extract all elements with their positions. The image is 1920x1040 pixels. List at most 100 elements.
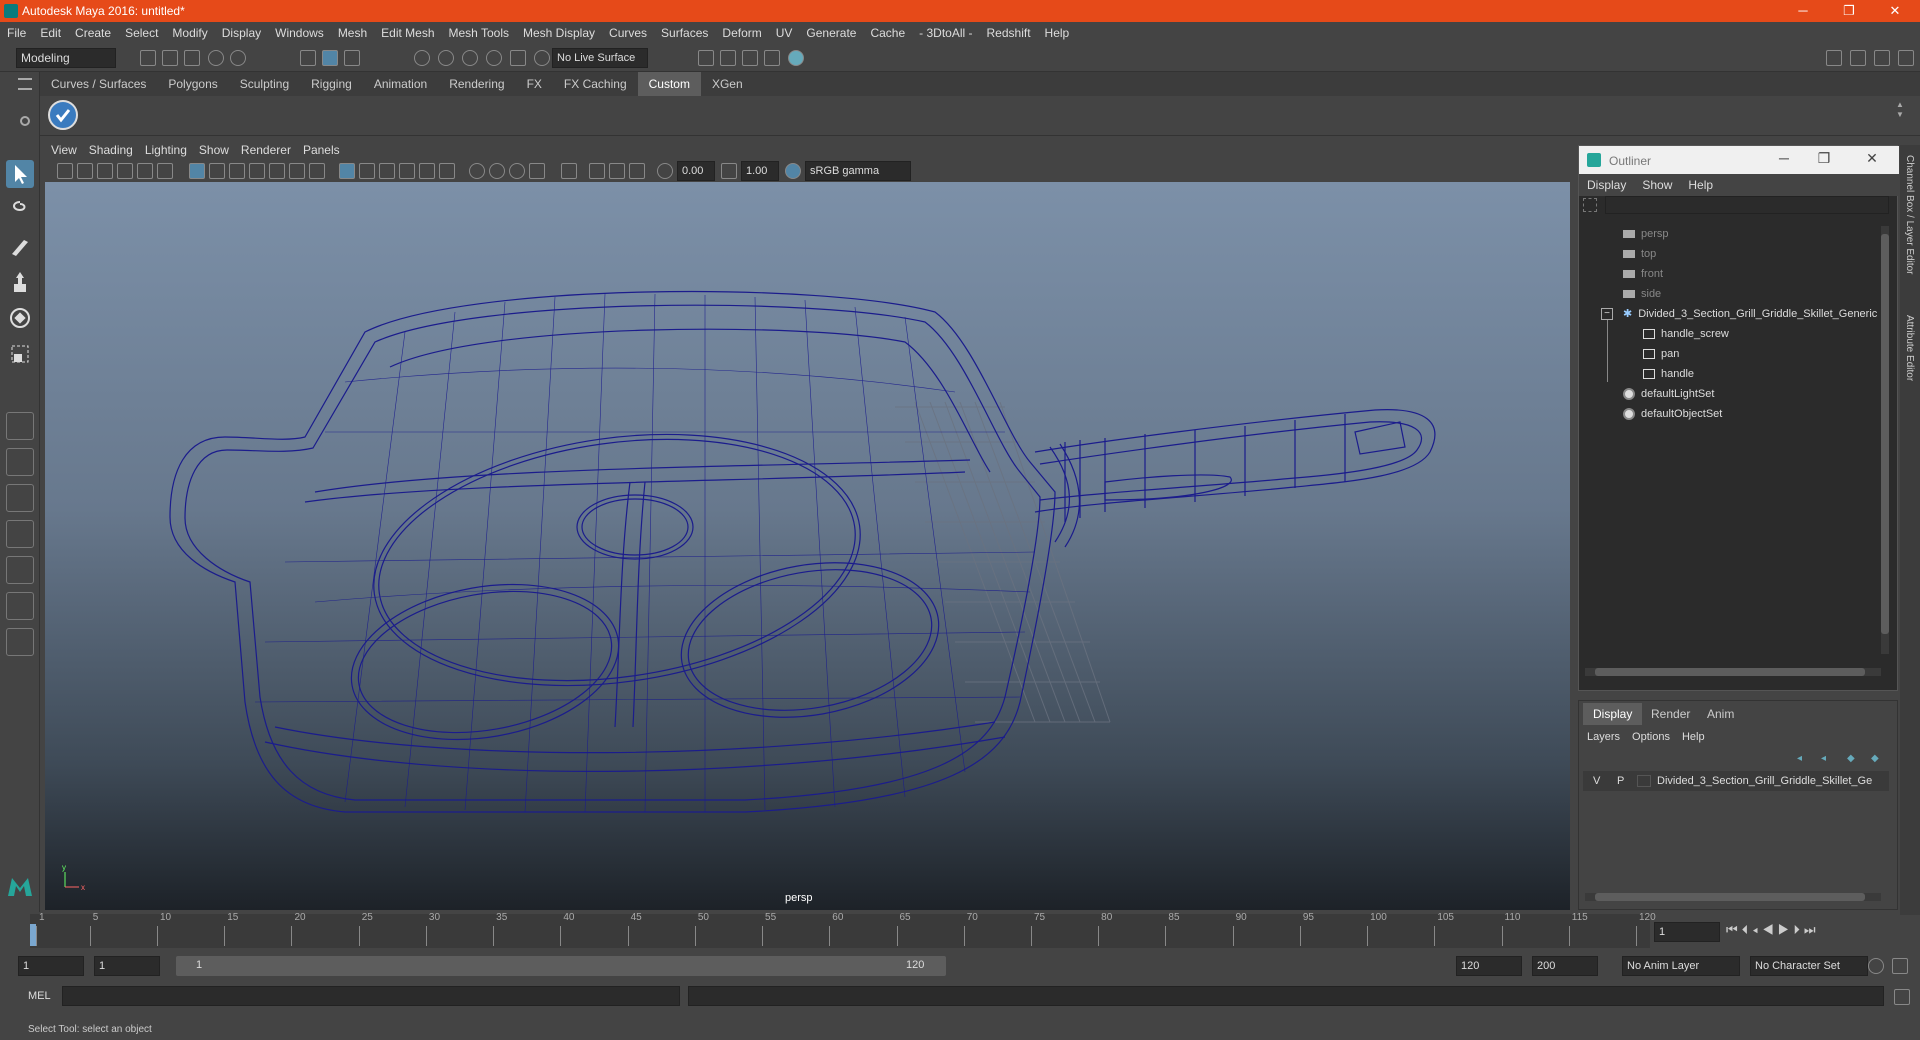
shelf-tab-sculpting[interactable]: Sculpting: [229, 72, 300, 96]
outliner-item-default-light-set[interactable]: defaultLightSet: [1623, 384, 1920, 404]
viewport-menu-view[interactable]: View: [45, 140, 83, 160]
menu-windows[interactable]: Windows: [268, 22, 331, 44]
persp-graph-outliner-layout-icon[interactable]: [6, 556, 34, 584]
play-backwards-icon[interactable]: ◀: [1762, 922, 1778, 937]
playback-end-field[interactable]: 120: [1456, 956, 1522, 976]
shelf-settings-icon[interactable]: [20, 116, 30, 126]
render-settings-icon[interactable]: [764, 50, 780, 66]
hypershade-layout-icon[interactable]: [6, 592, 34, 620]
move-layer-down-icon[interactable]: ◂: [1821, 753, 1835, 765]
layer-menu-layers[interactable]: Layers: [1587, 731, 1620, 743]
character-set-dropdown[interactable]: No Character Set: [1750, 956, 1868, 976]
live-surface-field[interactable]: No Live Surface: [552, 48, 648, 68]
menu-edit-mesh[interactable]: Edit Mesh: [374, 22, 441, 44]
image-plane-icon[interactable]: [117, 163, 133, 179]
anim-layer-dropdown[interactable]: No Anim Layer: [1622, 956, 1740, 976]
go-to-start-icon[interactable]: ⏮: [1726, 922, 1742, 937]
menu-uv[interactable]: UV: [769, 22, 800, 44]
layer-color-swatch[interactable]: [1637, 775, 1651, 787]
redo-icon[interactable]: [230, 50, 246, 66]
menu-select[interactable]: Select: [118, 22, 165, 44]
layer-playback-toggle[interactable]: P: [1617, 771, 1624, 791]
menu-file[interactable]: File: [0, 22, 33, 44]
motion-blur-icon[interactable]: [509, 163, 525, 179]
menu-deform[interactable]: Deform: [715, 22, 768, 44]
attribute-editor-toggle-icon[interactable]: [1850, 50, 1866, 66]
layer-horizontal-scrollbar[interactable]: [1585, 893, 1881, 901]
command-input[interactable]: [62, 986, 680, 1006]
outliner-item-top[interactable]: top: [1623, 244, 1920, 264]
snap-view-icon[interactable]: [486, 50, 502, 66]
menu-help[interactable]: Help: [1038, 22, 1077, 44]
select-tool-icon[interactable]: [6, 160, 34, 188]
select-object-icon[interactable]: [322, 50, 338, 66]
layer-visibility-toggle[interactable]: V: [1593, 771, 1600, 791]
outliner-item-default-object-set[interactable]: defaultObjectSet: [1623, 404, 1920, 424]
channel-box-toggle-icon[interactable]: [1898, 50, 1914, 66]
go-to-end-icon[interactable]: ⏭: [1804, 922, 1820, 937]
minimize-button[interactable]: ─: [1780, 0, 1826, 22]
time-slider[interactable]: 1 5 10 15 20 25 30 35 40 45 50 55 60 65 70 75 80 85 90 95 10…: [30, 912, 1656, 948]
animation-end-field[interactable]: 200: [1532, 956, 1598, 976]
shelf-tab-xgen[interactable]: XGen: [701, 72, 754, 96]
select-component-icon[interactable]: [344, 50, 360, 66]
command-language-label[interactable]: MEL: [28, 990, 51, 1002]
shelf-tab-polygons[interactable]: Polygons: [157, 72, 228, 96]
menu-curves[interactable]: Curves: [602, 22, 654, 44]
menu-mesh-tools[interactable]: Mesh Tools: [442, 22, 516, 44]
gamma-field[interactable]: 1.00: [741, 161, 779, 181]
layer-tab-display[interactable]: Display: [1583, 703, 1643, 725]
menu-3dtoall[interactable]: - 3DtoAll -: [912, 22, 979, 44]
color-space-dropdown[interactable]: sRGB gamma: [805, 161, 911, 181]
persp-graph-layout-icon[interactable]: [6, 520, 34, 548]
outliner-search-field[interactable]: [1605, 196, 1889, 214]
snap-curve-icon[interactable]: [438, 50, 454, 66]
persp-outliner-layout-icon[interactable]: [6, 484, 34, 512]
menu-display[interactable]: Display: [215, 22, 268, 44]
tool-settings-toggle-icon[interactable]: [1874, 50, 1890, 66]
custom-shelf-tool-icon[interactable]: [48, 100, 78, 130]
color-management-icon[interactable]: [785, 163, 801, 179]
lasso-tool-icon[interactable]: [6, 196, 34, 224]
menu-surfaces[interactable]: Surfaces: [654, 22, 715, 44]
exposure-field[interactable]: 0.00: [677, 161, 715, 181]
collapse-toggle-icon[interactable]: −: [1601, 308, 1613, 320]
field-chart-icon[interactable]: [269, 163, 285, 179]
outliner-menu-show[interactable]: Show: [1634, 174, 1680, 196]
select-hierarchy-icon[interactable]: [300, 50, 316, 66]
undo-icon[interactable]: [208, 50, 224, 66]
menu-mesh[interactable]: Mesh: [331, 22, 374, 44]
xray-icon[interactable]: [589, 163, 605, 179]
use-all-lights-icon[interactable]: [439, 163, 455, 179]
layer-tab-render[interactable]: Render: [1641, 703, 1700, 725]
shelf-tab-rendering[interactable]: Rendering: [438, 72, 515, 96]
camera-select-icon[interactable]: [57, 163, 73, 179]
gate-mask-icon[interactable]: [249, 163, 265, 179]
textured-icon[interactable]: [419, 163, 435, 179]
rotate-tool-icon[interactable]: [6, 304, 34, 332]
save-scene-icon[interactable]: [184, 50, 200, 66]
menu-generate[interactable]: Generate: [799, 22, 863, 44]
grease-pencil-icon[interactable]: [157, 163, 173, 179]
scale-tool-icon[interactable]: [6, 340, 34, 368]
outliner-close-button[interactable]: ✕: [1857, 150, 1887, 170]
new-layer-selected-icon[interactable]: ◆: [1871, 753, 1885, 765]
shelf-tab-fx[interactable]: FX: [516, 72, 553, 96]
outliner-horizontal-scrollbar[interactable]: [1585, 668, 1881, 676]
step-back-key-icon[interactable]: ⏴: [1742, 922, 1753, 937]
outliner-item-pan[interactable]: pan: [1643, 344, 1920, 364]
layer-menu-options[interactable]: Options: [1632, 731, 1670, 743]
anti-aliasing-icon[interactable]: [529, 163, 545, 179]
play-forwards-icon[interactable]: ▶: [1778, 922, 1794, 937]
modeling-toolkit-icon[interactable]: [1826, 50, 1842, 66]
camera-attributes-icon[interactable]: [77, 163, 93, 179]
outliner-item-persp[interactable]: persp: [1623, 224, 1920, 244]
range-slider[interactable]: 1 120: [176, 956, 946, 976]
menu-redshift[interactable]: Redshift: [980, 22, 1038, 44]
maximize-button[interactable]: ❐: [1826, 0, 1872, 22]
four-view-layout-icon[interactable]: [6, 448, 34, 476]
ambient-occlusion-icon[interactable]: [489, 163, 505, 179]
layer-tab-anim[interactable]: Anim: [1697, 703, 1744, 725]
shelf-tab-curves-surfaces[interactable]: Curves / Surfaces: [40, 72, 157, 96]
bookmark-icon[interactable]: [97, 163, 113, 179]
